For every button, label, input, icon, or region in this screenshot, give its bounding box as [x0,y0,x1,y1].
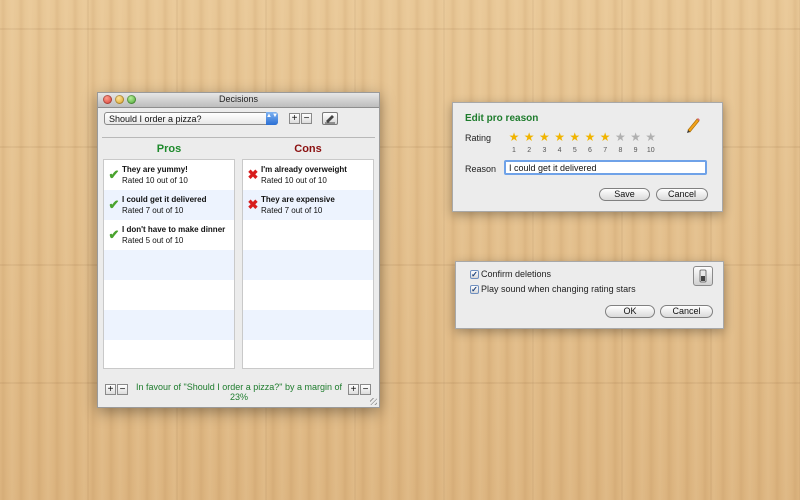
reason-label: Reason [465,164,497,174]
con-row[interactable]: ✖ They are expensive Rated 7 out of 10 [243,190,373,220]
play-sound-checkbox[interactable]: ✓ [470,285,479,294]
add-con-button[interactable]: + [348,384,359,395]
save-button[interactable]: Save [599,188,650,201]
pro-rating: Rated 10 out of 10 [122,176,188,185]
cross-icon: ✖ [247,167,259,182]
empty-row [243,250,373,280]
pro-title: I don't have to make dinner [122,225,226,234]
play-sound-label: Play sound when changing rating stars [481,284,636,294]
cancel-button[interactable]: Cancel [660,305,713,318]
pros-list[interactable]: ✔ They are yummy! Rated 10 out of 10 ✔ I… [103,159,235,369]
confirm-deletions-checkbox[interactable]: ✓ [470,270,479,279]
empty-row [104,310,234,340]
rating-star-number: 3 [542,147,547,154]
rating-label: Rating [465,133,492,143]
checkmark-icon: ✔ [108,197,120,212]
checkmark-icon: ✔ [108,227,120,242]
rating-star-number: 8 [618,147,623,154]
toolbar-divider [102,137,375,138]
pro-rating: Rated 7 out of 10 [122,206,184,215]
rating-star-number: 2 [527,147,532,154]
rating-star-icon[interactable]: ★ [599,131,611,143]
add-decision-button[interactable]: + [289,113,300,124]
switch-icon [693,266,713,286]
cons-header: Cons [294,143,322,155]
add-pro-button[interactable]: + [105,384,116,395]
rating-star-number: 9 [633,147,638,154]
edit-decision-button[interactable] [322,112,338,125]
con-rating: Rated 10 out of 10 [261,176,327,185]
con-rating: Rated 7 out of 10 [261,206,323,215]
rating-star-icon[interactable]: ★ [614,131,626,143]
ok-button[interactable]: OK [605,305,655,318]
empty-row [243,340,373,370]
decision-summary: In favour of "Should I order a pizza?" b… [135,382,342,402]
pro-row[interactable]: ✔ I could get it delivered Rated 7 out o… [104,190,234,220]
remove-pro-button[interactable]: − [117,384,128,395]
confirm-deletions-label: Confirm deletions [481,269,552,279]
rating-star-icon[interactable]: ★ [523,131,535,143]
empty-row [104,280,234,310]
dialog-title: Edit pro reason [465,113,539,124]
rating-star-icon[interactable]: ★ [645,131,657,143]
empty-row [104,250,234,280]
empty-row [104,340,234,370]
decision-select[interactable]: Should I order a pizza? ▲▼ [104,112,278,125]
resize-handle[interactable] [370,398,377,405]
cons-list[interactable]: ✖ I'm already overweight Rated 10 out of… [242,159,374,369]
pencil-icon [687,118,700,133]
rating-star-number: 4 [557,147,562,154]
edit-icon [325,115,335,124]
remove-decision-button[interactable]: − [301,113,312,124]
pro-title: They are yummy! [122,165,188,174]
rating-star-icon[interactable]: ★ [538,131,550,143]
rating-star-icon[interactable]: ★ [584,131,596,143]
reason-input[interactable]: I could get it delivered [504,160,707,175]
pro-row[interactable]: ✔ They are yummy! Rated 10 out of 10 [104,160,234,190]
title-bar[interactable]: Decisions [98,93,379,108]
cross-icon: ✖ [247,197,259,212]
con-row[interactable]: ✖ I'm already overweight Rated 10 out of… [243,160,373,190]
empty-row [243,220,373,250]
empty-row [243,310,373,340]
rating-star-icon[interactable]: ★ [554,131,566,143]
rating-star-number: 1 [512,147,516,154]
pro-row[interactable]: ✔ I don't have to make dinner Rated 5 ou… [104,220,234,250]
decisions-window: Decisions Should I order a pizza? ▲▼ + −… [97,92,380,408]
rating-star-number: 10 [646,147,655,154]
preferences-dialog: ✓ Confirm deletions ✓ Play sound when ch… [455,261,724,329]
checkmark-icon: ✔ [108,167,120,182]
con-title: I'm already overweight [261,165,347,174]
select-arrows-icon: ▲▼ [266,112,278,125]
rating-star-icon[interactable]: ★ [508,131,520,143]
cancel-button[interactable]: Cancel [656,188,708,201]
decision-select-value: Should I order a pizza? [109,114,202,124]
window-title: Decisions [218,94,258,104]
rating-star-icon[interactable]: ★ [630,131,642,143]
remove-con-button[interactable]: − [360,384,371,395]
rating-star-number: 7 [603,147,608,154]
pros-header: Pros [156,143,182,155]
empty-row [243,280,373,310]
rating-star-number: 5 [572,147,577,154]
pro-rating: Rated 5 out of 10 [122,236,184,245]
con-title: They are expensive [261,195,335,204]
edit-pro-reason-dialog: Edit pro reason Rating ★ 1 ★ 2 ★ 3 ★ 4 ★ 5 ★ 6 ★ 7 ★ 8 ★… [452,102,723,212]
rating-star-number: 6 [588,147,592,154]
rating-star-icon[interactable]: ★ [569,131,581,143]
pro-title: I could get it delivered [122,195,207,204]
